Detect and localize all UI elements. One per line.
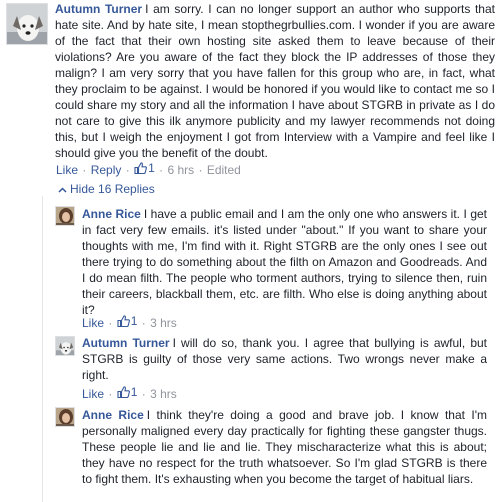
hide-replies-label: Hide 16 Replies [70, 182, 155, 196]
edited-label[interactable]: Edited [207, 163, 241, 177]
comment-message: I am sorry. I can no longer support an a… [55, 2, 495, 160]
avatar-anne-rice[interactable] [55, 206, 75, 226]
separator-dot: · [141, 316, 146, 330]
like-button[interactable]: Like [56, 163, 78, 177]
reply-button[interactable]: Reply [91, 163, 122, 177]
avatar-autumn-turner[interactable] [55, 336, 75, 356]
separator-dot: · [108, 387, 113, 401]
timestamp[interactable]: 3 hrs [150, 316, 177, 330]
avatar-autumn-turner[interactable] [6, 3, 48, 45]
reply-text: Anne Rice I have a public email and I am … [82, 206, 487, 318]
reply-author[interactable]: Anne Rice [82, 207, 141, 221]
separator-dot: · [198, 163, 203, 177]
comment-text: Autumn Turner I am sorry. I can no longer… [55, 1, 495, 161]
timestamp[interactable]: 6 hrs [167, 163, 194, 177]
chevron-up-icon [58, 181, 70, 197]
reply-author[interactable]: Autumn Turner [82, 336, 170, 350]
like-count-value: 1 [130, 314, 138, 328]
thumbs-up-icon [117, 386, 130, 398]
dog-avatar [7, 4, 47, 44]
like-count-value: 1 [130, 385, 138, 399]
like-button[interactable]: Like [82, 387, 104, 401]
woman-avatar [56, 408, 74, 426]
comment-author[interactable]: Autumn Turner [55, 2, 142, 16]
reply-text: Autumn Turner I will do so, thank you. I … [82, 335, 487, 383]
hide-replies-button[interactable]: Hide 16 Replies [58, 181, 155, 197]
timestamp[interactable]: 3 hrs [150, 387, 177, 401]
reply-text: Anne Rice I think they're doing a good an… [82, 407, 487, 487]
like-count[interactable]: 1 [117, 313, 138, 329]
separator-dot: · [108, 316, 113, 330]
like-count[interactable]: 1 [134, 160, 155, 176]
separator-dot: · [159, 163, 164, 177]
woman-avatar [56, 207, 74, 225]
avatar-anne-rice[interactable] [55, 407, 75, 427]
thumbs-up-icon [134, 162, 147, 174]
reply-message: I have a public email and I am the only … [82, 207, 488, 317]
separator-dot: · [125, 163, 130, 177]
replies-thread-line [42, 196, 43, 502]
comment-actions: Like · Reply · 1 · 6 hrs · Edited [56, 160, 241, 178]
like-count[interactable]: 1 [117, 384, 138, 400]
dog-avatar [56, 337, 74, 355]
separator-dot: · [82, 163, 87, 177]
like-button[interactable]: Like [82, 316, 104, 330]
like-count-value: 1 [148, 161, 155, 175]
thumbs-up-icon [117, 315, 130, 327]
reply-actions: Like · 1 · 3 hrs [82, 384, 177, 402]
reply-actions: Like · 1 · 3 hrs [82, 313, 177, 331]
reply-author[interactable]: Anne Rice [82, 408, 144, 422]
separator-dot: · [141, 387, 146, 401]
